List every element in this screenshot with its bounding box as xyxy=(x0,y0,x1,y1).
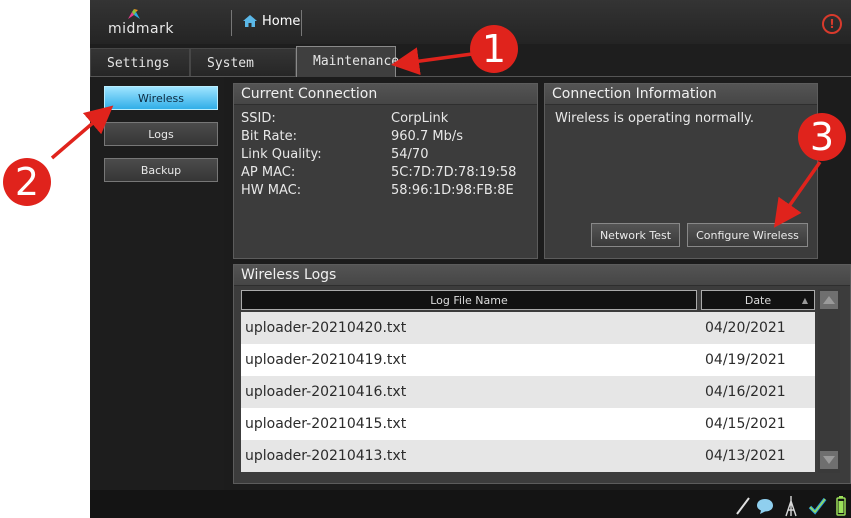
sidebar-item-backup[interactable]: Backup xyxy=(104,158,218,182)
arrow-up-icon xyxy=(823,296,835,304)
table-row[interactable]: uploader-20210420.txt 04/20/2021 xyxy=(241,312,815,344)
log-date: 04/16/2021 xyxy=(705,384,786,400)
sort-ascending-icon: ▲ xyxy=(801,296,808,305)
midmark-logo: midmark xyxy=(98,8,218,38)
ssid-value: CorpLink xyxy=(391,111,449,126)
chat-bubble-icon xyxy=(757,499,773,514)
sync-check-icon xyxy=(808,497,827,515)
tab-maintenance[interactable]: Maintenance xyxy=(296,46,399,77)
log-date: 04/19/2021 xyxy=(705,352,786,368)
home-icon xyxy=(243,15,257,27)
top-bar: midmark Home ! xyxy=(90,0,851,44)
callout-2-badge: 2 xyxy=(3,158,51,206)
log-date: 04/15/2021 xyxy=(705,416,786,432)
current-connection-title: Current Connection xyxy=(234,84,537,105)
current-connection-panel: Current Connection SSID: CorpLink Bit Ra… xyxy=(233,83,538,259)
home-label: Home xyxy=(262,14,301,29)
wireless-logs-title: Wireless Logs xyxy=(234,265,850,286)
tab-settings[interactable]: Settings xyxy=(90,48,190,76)
sidebar-item-wireless[interactable]: Wireless xyxy=(104,86,218,110)
log-file-name: uploader-20210416.txt xyxy=(245,384,407,400)
tab-system[interactable]: System xyxy=(190,48,296,76)
sidebar: Wireless Logs Backup xyxy=(90,77,224,490)
ap-mac-value: 5C:7D:7D:78:19:58 xyxy=(391,165,517,180)
table-row[interactable]: uploader-20210416.txt 04/16/2021 xyxy=(241,376,815,408)
sidebar-item-logs[interactable]: Logs xyxy=(104,122,218,146)
bit-rate-label: Bit Rate: xyxy=(241,129,297,144)
log-file-name: uploader-20210413.txt xyxy=(245,448,407,464)
column-header-date[interactable]: Date ▲ xyxy=(701,290,815,310)
brand-name: midmark xyxy=(108,21,174,37)
antenna-tower-icon xyxy=(785,496,797,517)
connection-information-panel: Connection Information Wireless is opera… xyxy=(544,83,818,259)
link-quality-label: Link Quality: xyxy=(241,147,322,162)
log-file-name: uploader-20210415.txt xyxy=(245,416,407,432)
log-date: 04/20/2021 xyxy=(705,320,786,336)
scroll-up-button[interactable] xyxy=(820,291,838,309)
arrow-down-icon xyxy=(823,456,835,464)
log-table-scrollbar[interactable] xyxy=(818,289,840,473)
column-header-date-label: Date xyxy=(744,294,772,307)
callout-3-badge: 3 xyxy=(798,113,846,161)
callout-1-badge: 1 xyxy=(470,25,518,73)
scroll-down-button[interactable] xyxy=(820,451,838,469)
hw-mac-label: HW MAC: xyxy=(241,183,302,198)
hw-mac-value: 58:96:1D:98:FB:8E xyxy=(391,183,514,198)
configure-wireless-button[interactable]: Configure Wireless xyxy=(687,223,808,247)
divider xyxy=(231,10,232,36)
ap-mac-label: AP MAC: xyxy=(241,165,296,180)
pen-icon xyxy=(736,497,750,515)
table-row[interactable]: uploader-20210419.txt 04/19/2021 xyxy=(241,344,815,376)
link-quality-value: 54/70 xyxy=(391,147,429,162)
log-table: Log File Name Date ▲ uploader-20210420.t… xyxy=(241,290,815,474)
table-row[interactable]: uploader-20210415.txt 04/15/2021 xyxy=(241,408,815,440)
midmark-logo-icon xyxy=(128,9,140,19)
log-date: 04/13/2021 xyxy=(705,448,786,464)
connection-status-message: Wireless is operating normally. xyxy=(555,111,755,126)
column-header-log-file-name[interactable]: Log File Name xyxy=(241,290,697,310)
bit-rate-value: 960.7 Mb/s xyxy=(391,129,463,144)
divider xyxy=(301,10,302,36)
alert-icon[interactable]: ! xyxy=(822,14,842,34)
battery-icon xyxy=(836,496,846,516)
log-file-name: uploader-20210420.txt xyxy=(245,320,407,336)
connection-information-title: Connection Information xyxy=(545,84,817,105)
log-file-name: uploader-20210419.txt xyxy=(245,352,407,368)
ssid-label: SSID: xyxy=(241,111,276,126)
table-row[interactable]: uploader-20210413.txt 04/13/2021 xyxy=(241,440,815,472)
network-test-button[interactable]: Network Test xyxy=(591,223,680,247)
